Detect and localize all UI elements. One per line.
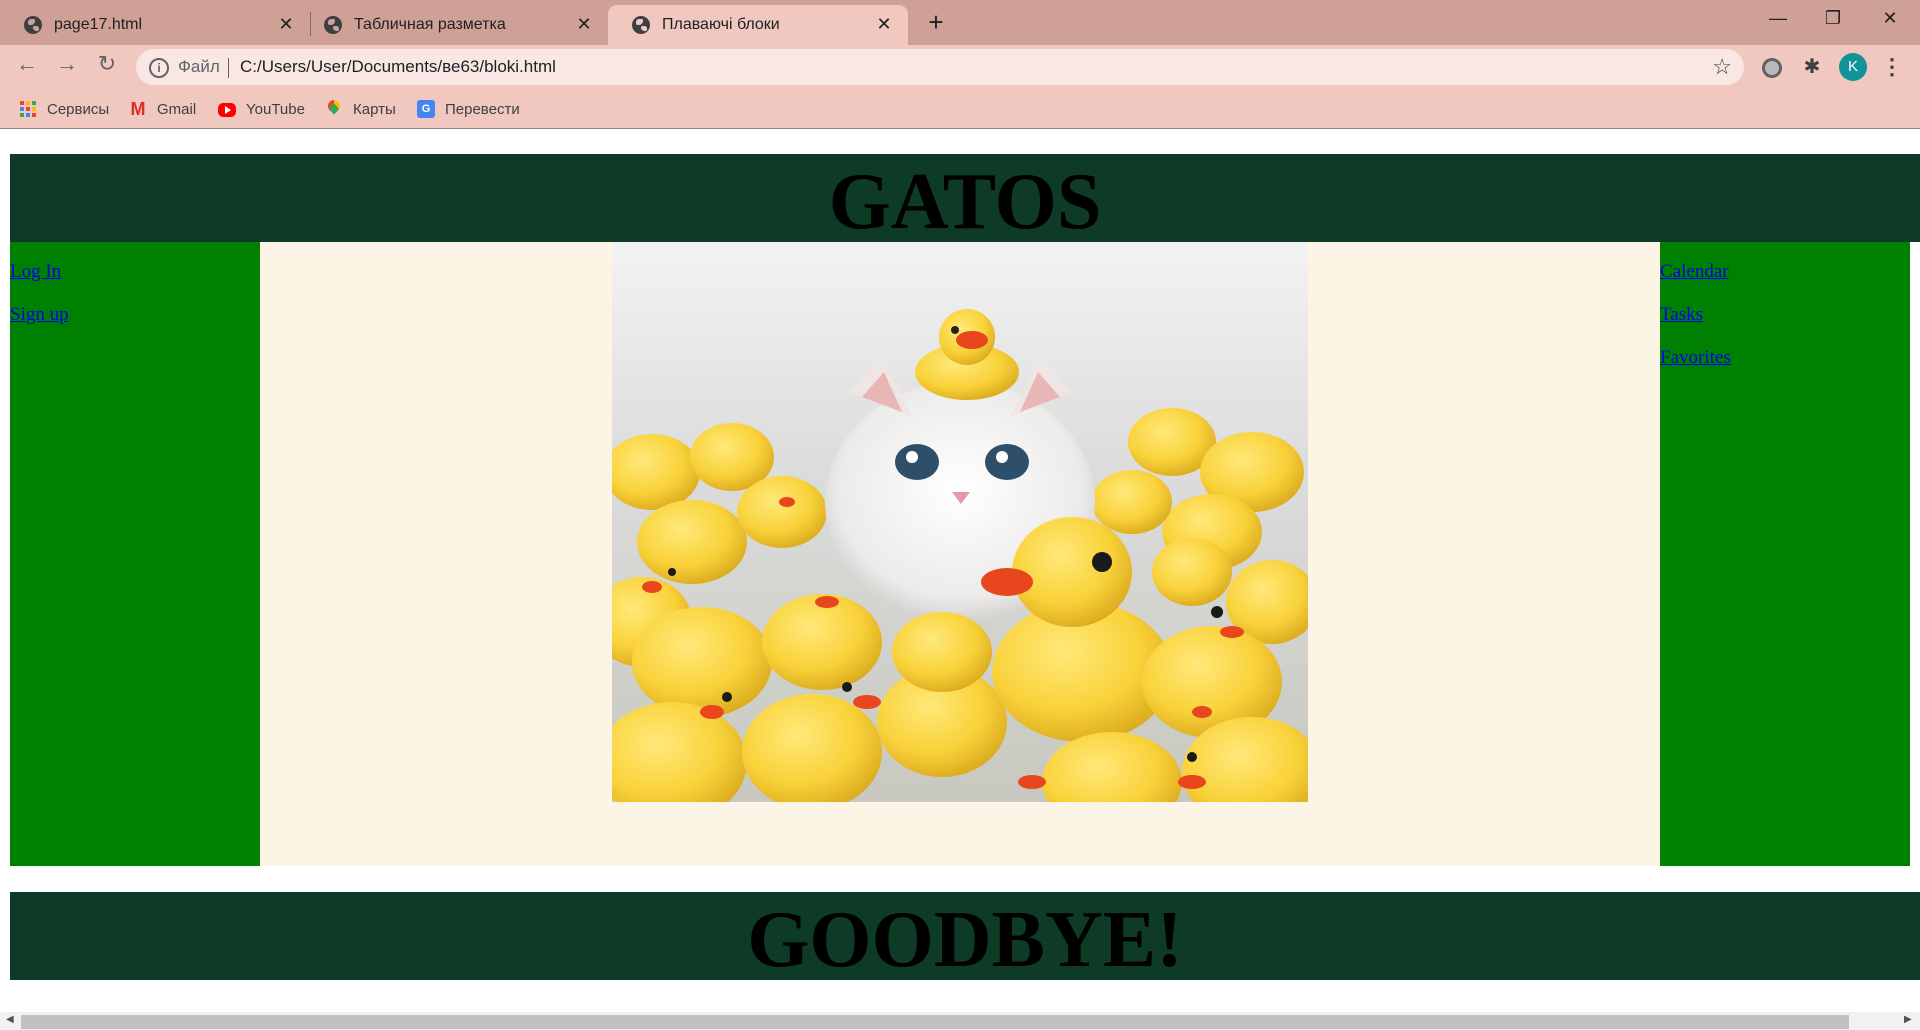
browser-toolbar: ← → ↻ i Файл C:/Users/User/Documents/ве6…	[0, 45, 1920, 129]
bookmark-label: Gmail	[157, 100, 197, 118]
tab-close-icon[interactable]: ✕	[276, 14, 296, 34]
minimize-button[interactable]: —	[1758, 4, 1798, 32]
scrollbar-thumb[interactable]	[21, 1015, 1849, 1029]
tasks-link[interactable]: Tasks	[1660, 304, 1910, 326]
header-title: GATOS	[828, 158, 1102, 246]
translate-icon: G	[417, 100, 435, 118]
globe-icon	[324, 16, 342, 34]
kebab-menu-icon[interactable]: ⋮	[1880, 52, 1904, 82]
tab-title: Плаваючі блоки	[662, 16, 780, 33]
gmail-icon: M	[130, 99, 146, 119]
tab-title: Табличная разметка	[354, 16, 506, 33]
profile-avatar[interactable]: K	[1839, 53, 1867, 81]
bookmark-label: YouTube	[246, 100, 305, 118]
bookmark-label: Перевести	[445, 100, 520, 118]
right-sidebar: Calendar Tasks Favorites	[1660, 242, 1910, 866]
horizontal-scrollbar[interactable]: ◀ ▶	[0, 1012, 1920, 1030]
close-window-button[interactable]: ✕	[1870, 4, 1910, 32]
cat-ducks-photo	[612, 242, 1308, 802]
left-sidebar: Log In Sign up	[10, 242, 260, 866]
bookmark-label: Карты	[353, 100, 396, 118]
page-viewport: GATOS Log In Sign up Calendar Tasks Favo…	[0, 129, 1920, 1012]
maps-pin-icon	[325, 100, 343, 118]
tab-close-icon[interactable]: ✕	[574, 14, 594, 34]
tab-close-icon[interactable]: ✕	[874, 14, 894, 34]
address-divider	[228, 58, 229, 78]
bookmark-label: Сервисы	[47, 100, 110, 118]
site-footer: GOODBYE!	[10, 892, 1920, 984]
footer-title: GOODBYE!	[747, 896, 1183, 984]
globe-icon	[24, 16, 42, 34]
address-bar[interactable]: i Файл C:/Users/User/Documents/ве63/blok…	[136, 49, 1744, 85]
back-button[interactable]: ←	[9, 46, 45, 82]
tab-table-layout[interactable]: Табличная разметка ✕	[300, 5, 608, 45]
scroll-left-arrow-icon[interactable]: ◀	[6, 1014, 14, 1025]
tab-floating-blocks[interactable]: Плаваючі блоки ✕	[608, 5, 908, 45]
bookmark-gmail[interactable]: M Gmail	[129, 97, 197, 121]
puzzle-icon[interactable]: ✱	[1797, 52, 1827, 82]
signup-link[interactable]: Sign up	[10, 304, 260, 326]
scroll-right-arrow-icon[interactable]: ▶	[1904, 1014, 1912, 1025]
tab-title: page17.html	[54, 16, 143, 33]
main-content	[260, 242, 1660, 866]
new-tab-button[interactable]: +	[922, 8, 950, 36]
bookmark-star-icon[interactable]: ☆	[1712, 54, 1732, 80]
site-info-icon[interactable]: i	[149, 58, 169, 78]
forward-button[interactable]: →	[49, 46, 85, 82]
bookmark-translate[interactable]: G Перевести	[417, 97, 520, 121]
globe-icon	[632, 16, 650, 34]
address-url[interactable]: C:/Users/User/Documents/ве63/bloki.html	[240, 57, 556, 77]
favorites-link[interactable]: Favorites	[1660, 347, 1910, 369]
restore-button[interactable]: ❐	[1813, 4, 1853, 32]
tab-page17[interactable]: page17.html ✕	[0, 5, 310, 45]
bookmark-maps[interactable]: Карты	[325, 97, 396, 121]
tab-strip: page17.html ✕ Табличная разметка ✕ Плава…	[0, 0, 1920, 45]
extension-circle-icon[interactable]	[1757, 52, 1787, 82]
calendar-link[interactable]: Calendar	[1660, 261, 1910, 283]
address-scheme: Файл	[178, 57, 220, 76]
apps-grid-icon	[19, 100, 37, 118]
bookmark-youtube[interactable]: YouTube	[218, 97, 305, 121]
bookmarks-bar: Сервисы M Gmail YouTube Карты G Перевест…	[0, 93, 1920, 123]
login-link[interactable]: Log In	[10, 261, 260, 283]
site-header: GATOS	[10, 154, 1920, 246]
reload-button[interactable]: ↻	[89, 46, 125, 82]
youtube-icon	[218, 103, 236, 117]
bookmark-services[interactable]: Сервисы	[19, 97, 109, 121]
